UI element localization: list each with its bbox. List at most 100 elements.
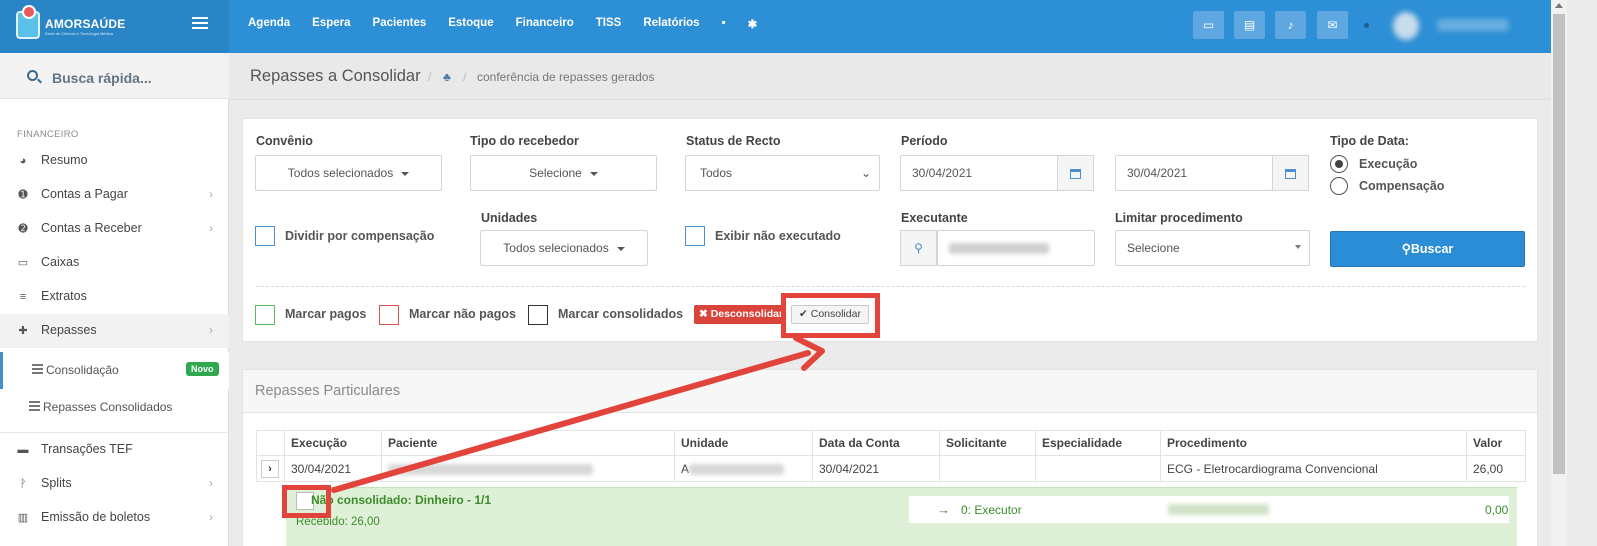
caret-down-icon — [589, 171, 598, 176]
username-blurred[interactable] — [1437, 19, 1509, 31]
new-badge: Novo — [186, 362, 219, 376]
table-header: Procedimento — [1160, 430, 1467, 456]
status-recto-value: Todos — [700, 166, 733, 180]
list-icon: ≡ — [19, 291, 27, 303]
sidebar-item-emissao-boletos[interactable]: ▥ Emissão de boletos › — [0, 501, 229, 535]
sidebar-item-extratos[interactable]: ≡ Extratos — [0, 280, 229, 314]
nav-agenda[interactable]: Agenda — [248, 17, 290, 31]
table-header: Paciente — [381, 430, 675, 456]
unidades-select[interactable]: Todos selecionados — [480, 230, 648, 266]
table-header: Especialidade — [1035, 430, 1161, 456]
chevron-right-icon: › — [209, 323, 213, 337]
nav-financeiro[interactable]: Financeiro — [516, 17, 574, 31]
marcar-pagos-label: Marcar pagos — [285, 307, 367, 321]
table-header: Execução — [284, 430, 382, 456]
sidebar-item-label: Emissão de boletos — [41, 510, 151, 524]
cell-unidade: A — [674, 455, 813, 482]
cell-paciente — [381, 455, 675, 482]
close-icon: ✖ — [699, 308, 711, 320]
limitar-procedimento-label: Limitar procedimento — [1115, 211, 1243, 225]
quick-search[interactable]: Busca rápida... — [0, 53, 229, 99]
table-row[interactable]: › 30/04/2021 A 30/04/2021 ECG - Eletroca… — [256, 455, 1526, 482]
barcode-icon: ▥ — [17, 512, 29, 524]
sidebar-item-contas-pagar[interactable]: ➊ Contas a Pagar › — [0, 178, 229, 212]
marcar-consolidados-checkbox[interactable] — [528, 305, 548, 325]
dividir-checkbox[interactable] — [255, 226, 275, 246]
card-icon[interactable]: ▤ — [1234, 11, 1265, 39]
nav-relatorios[interactable]: Relatórios — [643, 17, 699, 31]
avatar[interactable] — [1393, 12, 1419, 40]
home-icon[interactable]: ♣ — [443, 70, 455, 84]
marcar-pagos-checkbox[interactable] — [255, 305, 275, 325]
convenio-select[interactable]: Todos selecionados — [255, 155, 442, 191]
scroll-up-arrow-icon[interactable] — [1555, 3, 1563, 8]
search-icon — [27, 70, 38, 81]
inbox-icon[interactable]: ▭ — [1193, 11, 1224, 39]
database-icon[interactable]: ▪ — [722, 17, 726, 31]
status-recto-label: Status de Recto — [686, 134, 781, 148]
executor-name-blurred — [1168, 504, 1269, 515]
sidebar-subitem-repasses-consolidados[interactable]: Repasses Consolidados — [0, 389, 229, 426]
chat-icon[interactable]: ✉ — [1317, 11, 1348, 39]
executor-value: 0,00 — [1485, 503, 1509, 517]
buscar-button[interactable]: ⚲Buscar — [1330, 231, 1525, 267]
calendar-icon[interactable] — [1272, 155, 1309, 191]
calendar-icon[interactable] — [1057, 155, 1094, 191]
exibir-nao-executado-label: Exibir não executado — [715, 229, 841, 243]
scrollbar-thumb[interactable] — [1553, 14, 1565, 474]
search-icon: ⚲ — [1401, 242, 1411, 256]
logo-icon — [16, 5, 40, 39]
radio-compensacao[interactable] — [1330, 177, 1348, 195]
periodo-to-input[interactable]: 30/04/2021 — [1115, 155, 1273, 191]
detail-status: Não consolidado: Dinheiro - 1/1 — [311, 493, 492, 507]
breadcrumb-separator: / — [463, 70, 467, 84]
repasses-panel-header: Repasses Particulares — [242, 369, 1538, 413]
bell-icon[interactable]: ♪ — [1275, 11, 1306, 39]
highlight-consolidar — [781, 293, 880, 338]
sidebar-item-repasses[interactable]: ✚ Repasses › — [0, 314, 229, 348]
sidebar-subitem-label: Repasses Consolidados — [43, 400, 173, 414]
arrow-up-circle-icon: ➊ — [18, 189, 28, 201]
status-recto-select[interactable]: Todos ⌄ — [685, 155, 880, 191]
sidebar-subitem-label: Consolidação — [46, 363, 119, 377]
breadcrumb: Repasses a Consolidar / ♣ / conferência … — [229, 53, 1551, 100]
nav-pacientes[interactable]: Pacientes — [373, 17, 427, 31]
top-nav-menu: Agenda Espera Pacientes Estoque Financei… — [248, 17, 779, 31]
sidebar-item-caixas[interactable]: ▭ Caixas — [0, 246, 229, 280]
nav-tiss[interactable]: TISS — [596, 17, 622, 31]
status-dot — [1364, 23, 1369, 28]
radio-execucao-label: Execução — [1359, 157, 1418, 171]
periodo-from-input[interactable]: 30/04/2021 — [900, 155, 1058, 191]
sidebar-item-splits[interactable]: ᚹ Splits › — [0, 467, 229, 501]
nav-espera[interactable]: Espera — [312, 17, 350, 31]
expand-cell[interactable]: › — [256, 455, 285, 482]
executante-input[interactable] — [937, 230, 1095, 266]
sidebar-item-label: Resumo — [41, 153, 88, 167]
sidebar-item-transacoes-tef[interactable]: ▬ Transações TEF — [0, 433, 229, 467]
limitar-value: Selecione — [1127, 241, 1180, 255]
quick-search-label: Busca rápida... — [52, 70, 152, 86]
gear-icon[interactable]: ✱ — [748, 17, 758, 31]
periodo-label: Período — [901, 134, 948, 148]
cell-data-conta: 30/04/2021 — [812, 455, 940, 482]
sidebar-item-resumo[interactable]: ◕ Resumo — [0, 144, 229, 178]
sidebar-subitem-consolidacao[interactable]: Consolidação Novo — [0, 352, 229, 389]
radio-execucao[interactable] — [1330, 155, 1348, 173]
hamburger-menu-icon[interactable] — [192, 17, 208, 29]
cell-procedimento: ECG - Eletrocardiograma Convencional — [1160, 455, 1467, 482]
table-header: Data da Conta — [812, 430, 940, 456]
tipo-recebedor-select[interactable]: Selecione — [470, 155, 657, 191]
cell-execucao: 30/04/2021 — [284, 455, 382, 482]
executante-label: Executante — [901, 211, 968, 225]
marcar-nao-pagos-checkbox[interactable] — [379, 305, 399, 325]
sidebar-item-label: Contas a Receber — [41, 221, 142, 235]
sidebar-item-contas-receber[interactable]: ➋ Contas a Receber › — [0, 212, 229, 246]
limitar-procedimento-select[interactable]: Selecione — [1115, 230, 1310, 266]
logo-area[interactable]: AMORSAÚDE Rede de Clínicas e Tecnologia … — [0, 0, 229, 53]
chevron-right-icon[interactable]: › — [261, 459, 279, 478]
desconsolidar-button[interactable]: ✖ Desconsolidar — [694, 305, 785, 324]
split-icon: ᚹ — [19, 478, 27, 490]
exibir-nao-executado-checkbox[interactable] — [685, 226, 705, 246]
nav-estoque[interactable]: Estoque — [448, 17, 493, 31]
chevron-right-icon: › — [209, 476, 213, 490]
